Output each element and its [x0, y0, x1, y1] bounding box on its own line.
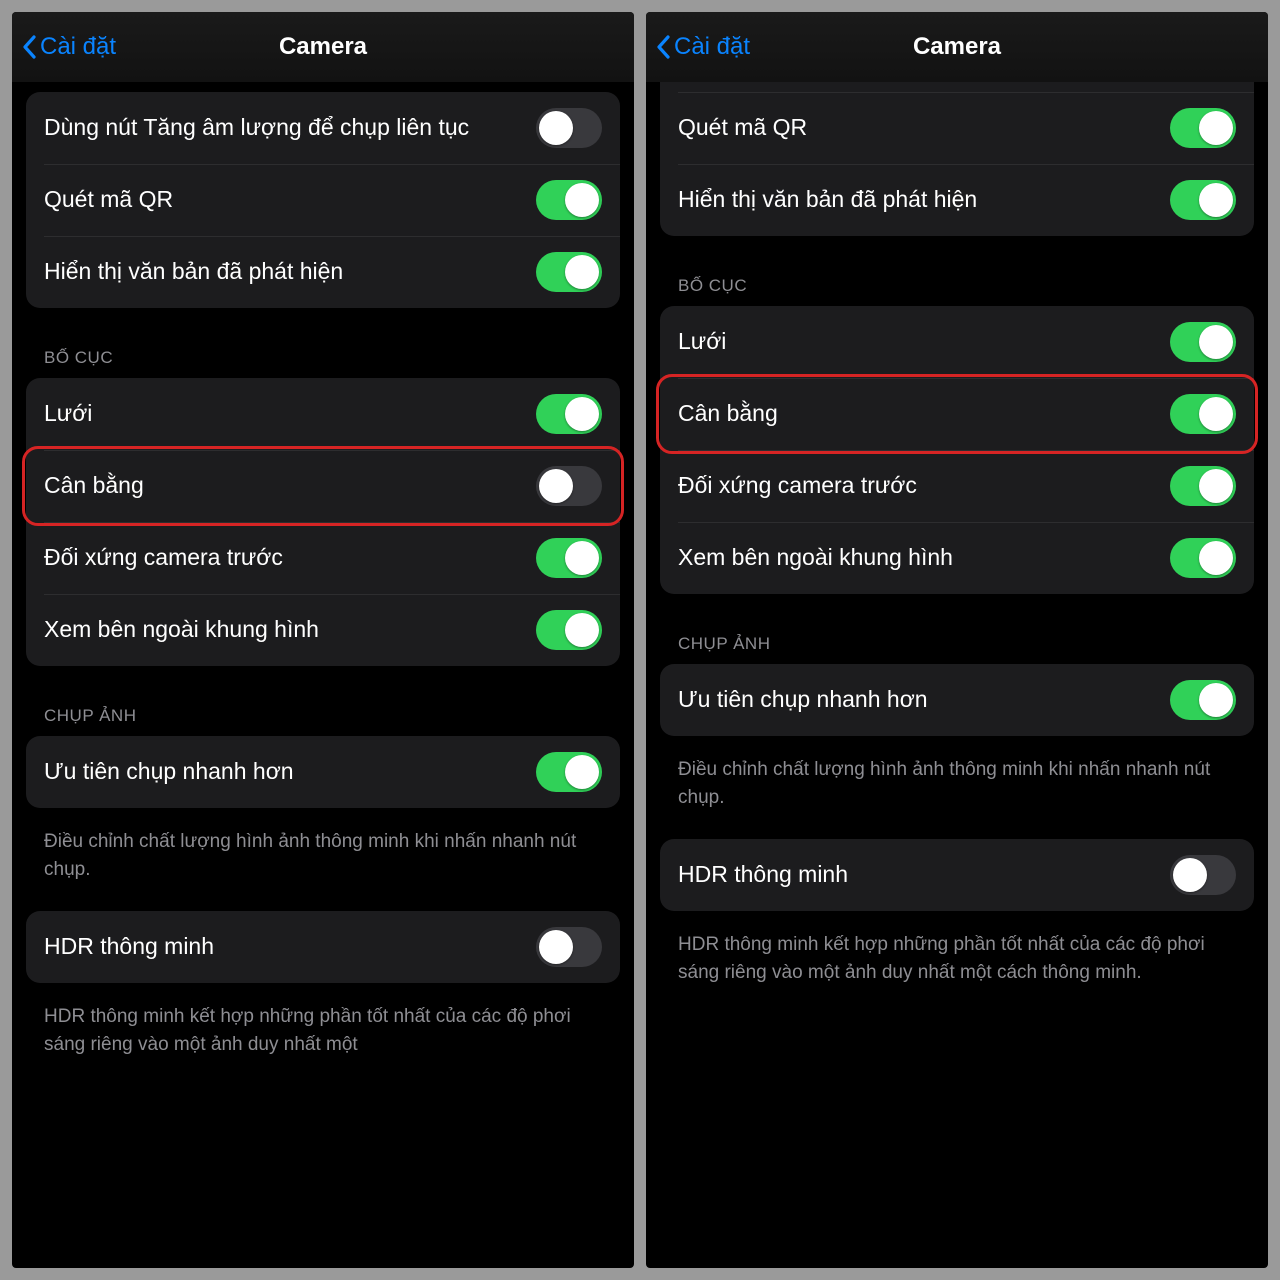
- toggle-level[interactable]: [1170, 394, 1236, 434]
- back-button[interactable]: Cài đặt: [22, 33, 116, 61]
- toggle-text-detect[interactable]: [536, 252, 602, 292]
- chevron-left-icon: [22, 35, 36, 59]
- footer-faster: Điều chỉnh chất lượng hình ảnh thông min…: [26, 818, 620, 911]
- row-text-detect[interactable]: Hiển thị văn bản đã phát hiện: [26, 236, 620, 308]
- row-qr[interactable]: Quét mã QR: [660, 92, 1254, 164]
- row-label: Quét mã QR: [44, 185, 185, 215]
- group-top: Dùng nút Tăng âm lượng để chụp liên tục …: [660, 82, 1254, 236]
- group-capture: Ưu tiên chụp nhanh hơn: [26, 736, 620, 808]
- row-label: Lưới: [678, 327, 738, 357]
- row-label: Xem bên ngoài khung hình: [678, 543, 965, 573]
- section-header-capture: CHỤP ẢNH: [26, 676, 620, 736]
- settings-content: Dùng nút Tăng âm lượng để chụp liên tục …: [646, 82, 1268, 1268]
- group-top: Dùng nút Tăng âm lượng để chụp liên tục …: [26, 92, 620, 308]
- row-grid[interactable]: Lưới: [26, 378, 620, 450]
- row-label: Lưới: [44, 399, 104, 429]
- row-faster[interactable]: Ưu tiên chụp nhanh hơn: [26, 736, 620, 808]
- toggle-outside[interactable]: [1170, 538, 1236, 578]
- row-label: HDR thông minh: [44, 932, 226, 962]
- row-label: Đối xứng camera trước: [678, 471, 929, 501]
- footer-hdr: HDR thông minh kết hợp những phần tốt nh…: [26, 993, 620, 1058]
- row-label: Đối xứng camera trước: [44, 543, 295, 573]
- toggle-qr[interactable]: [536, 180, 602, 220]
- row-label: Quét mã QR: [678, 113, 819, 143]
- toggle-grid[interactable]: [536, 394, 602, 434]
- group-layout: Lưới Cân bằng Đối xứng camera trước Xem …: [660, 306, 1254, 594]
- row-label: Dùng nút Tăng âm lượng để chụp liên tục: [44, 113, 481, 143]
- toggle-faster[interactable]: [536, 752, 602, 792]
- footer-hdr: HDR thông minh kết hợp những phần tốt nh…: [660, 921, 1254, 1014]
- navbar: Cài đặt Camera: [12, 12, 634, 82]
- section-header-layout: BỐ CỤC: [26, 318, 620, 378]
- back-label: Cài đặt: [40, 33, 116, 61]
- row-mirror[interactable]: Đối xứng camera trước: [26, 522, 620, 594]
- row-burst[interactable]: Dùng nút Tăng âm lượng để chụp liên tục: [26, 92, 620, 164]
- section-header-layout: BỐ CỤC: [660, 246, 1254, 306]
- group-capture: Ưu tiên chụp nhanh hơn: [660, 664, 1254, 736]
- toggle-text-detect[interactable]: [1170, 180, 1236, 220]
- group-hdr: HDR thông minh: [26, 911, 620, 983]
- row-hdr[interactable]: HDR thông minh: [26, 911, 620, 983]
- row-label: HDR thông minh: [678, 860, 860, 890]
- toggle-qr[interactable]: [1170, 108, 1236, 148]
- row-level[interactable]: Cân bằng: [26, 450, 620, 522]
- row-text-detect[interactable]: Hiển thị văn bản đã phát hiện: [660, 164, 1254, 236]
- toggle-outside[interactable]: [536, 610, 602, 650]
- toggle-hdr[interactable]: [1170, 855, 1236, 895]
- chevron-left-icon: [656, 35, 670, 59]
- screenshot-left: Cài đặt Camera Dùng nút Tăng âm lượng để…: [12, 12, 634, 1268]
- row-qr[interactable]: Quét mã QR: [26, 164, 620, 236]
- back-label: Cài đặt: [674, 33, 750, 61]
- footer-faster: Điều chỉnh chất lượng hình ảnh thông min…: [660, 746, 1254, 839]
- toggle-grid[interactable]: [1170, 322, 1236, 362]
- row-outside[interactable]: Xem bên ngoài khung hình: [26, 594, 620, 666]
- back-button[interactable]: Cài đặt: [656, 33, 750, 61]
- group-layout: Lưới Cân bằng Đối xứng camera trước Xem …: [26, 378, 620, 666]
- settings-content: Dùng nút Tăng âm lượng để chụp liên tục …: [12, 82, 634, 1268]
- section-header-capture: CHỤP ẢNH: [660, 604, 1254, 664]
- row-burst[interactable]: Dùng nút Tăng âm lượng để chụp liên tục: [660, 82, 1254, 92]
- toggle-faster[interactable]: [1170, 680, 1236, 720]
- toggle-level[interactable]: [536, 466, 602, 506]
- row-label: Hiển thị văn bản đã phát hiện: [44, 257, 355, 287]
- row-label: Ưu tiên chụp nhanh hơn: [44, 757, 306, 787]
- row-hdr[interactable]: HDR thông minh: [660, 839, 1254, 911]
- row-faster[interactable]: Ưu tiên chụp nhanh hơn: [660, 664, 1254, 736]
- group-hdr: HDR thông minh: [660, 839, 1254, 911]
- toggle-hdr[interactable]: [536, 927, 602, 967]
- row-grid[interactable]: Lưới: [660, 306, 1254, 378]
- row-outside[interactable]: Xem bên ngoài khung hình: [660, 522, 1254, 594]
- screenshot-right: Cài đặt Camera Dùng nút Tăng âm lượng để…: [646, 12, 1268, 1268]
- row-label: Ưu tiên chụp nhanh hơn: [678, 685, 940, 715]
- row-level[interactable]: Cân bằng: [660, 378, 1254, 450]
- toggle-burst[interactable]: [536, 108, 602, 148]
- row-label: Hiển thị văn bản đã phát hiện: [678, 185, 989, 215]
- toggle-mirror[interactable]: [536, 538, 602, 578]
- toggle-mirror[interactable]: [1170, 466, 1236, 506]
- row-label: Cân bằng: [678, 399, 790, 429]
- row-label: Xem bên ngoài khung hình: [44, 615, 331, 645]
- navbar: Cài đặt Camera: [646, 12, 1268, 82]
- row-mirror[interactable]: Đối xứng camera trước: [660, 450, 1254, 522]
- row-label: Cân bằng: [44, 471, 156, 501]
